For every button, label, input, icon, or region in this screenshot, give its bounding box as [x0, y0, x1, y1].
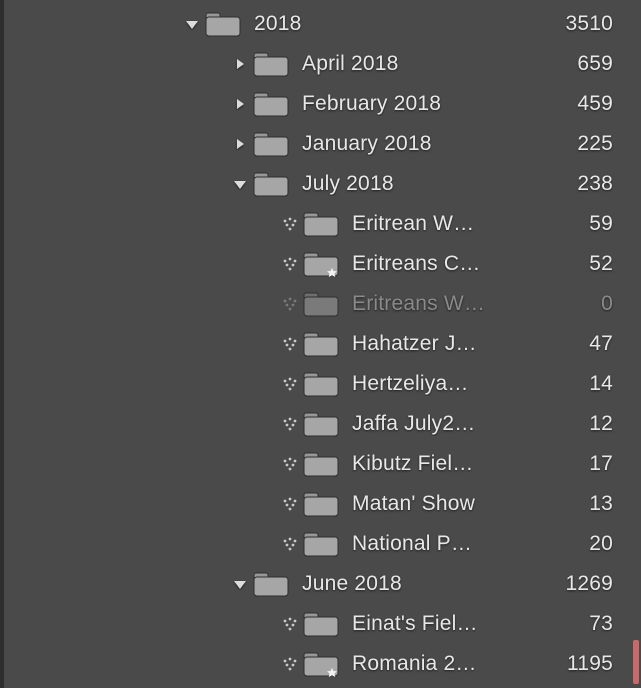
- photo-count: 73: [563, 612, 613, 636]
- folder-row[interactable]: National P…20: [10, 524, 641, 564]
- folder-icon: [302, 210, 352, 238]
- folder-row[interactable]: February 2018459: [10, 84, 641, 124]
- folder-icon: [252, 130, 302, 158]
- leaf-dots-icon: [278, 256, 302, 272]
- folder-label: Jaffa July2…: [352, 412, 563, 436]
- folder-row[interactable]: April 2018659: [10, 44, 641, 84]
- folder-row[interactable]: Jaffa July2…12: [10, 404, 641, 444]
- folder-star-icon: [302, 250, 352, 278]
- photo-count: 13: [563, 492, 613, 516]
- folder-label: 2018: [254, 12, 563, 36]
- photo-count: 238: [563, 172, 613, 196]
- leaf-dots-icon: [278, 616, 302, 632]
- folder-star-icon: [302, 650, 352, 678]
- folder-label: Eritrean W…: [352, 212, 563, 236]
- folder-tree-panel: 20183510April 2018659February 2018459Jan…: [0, 0, 641, 688]
- photo-count: 52: [563, 252, 613, 276]
- photo-count: 12: [563, 412, 613, 436]
- photo-count: 459: [563, 92, 613, 116]
- folder-icon: [252, 50, 302, 78]
- disclosure-down-icon[interactable]: [180, 17, 204, 31]
- photo-count: 47: [563, 332, 613, 356]
- leaf-dots-icon: [278, 216, 302, 232]
- folder-icon: [302, 290, 352, 318]
- folder-label: July 2018: [302, 172, 563, 196]
- photo-count: 20: [563, 532, 613, 556]
- leaf-dots-icon: [278, 296, 302, 312]
- disclosure-right-icon[interactable]: [228, 57, 252, 71]
- folder-icon: [302, 410, 352, 438]
- folder-label: Romania 2…: [352, 652, 563, 676]
- folder-row[interactable]: Hertzeliya…14: [10, 364, 641, 404]
- folder-label: January 2018: [302, 132, 563, 156]
- disclosure-right-icon[interactable]: [228, 137, 252, 151]
- folder-label: February 2018: [302, 92, 563, 116]
- leaf-dots-icon: [278, 336, 302, 352]
- leaf-dots-icon: [278, 656, 302, 672]
- folder-icon: [302, 530, 352, 558]
- folder-row[interactable]: Eritreans C…52: [10, 244, 641, 284]
- leaf-dots-icon: [278, 536, 302, 552]
- leaf-dots-icon: [278, 376, 302, 392]
- folder-icon: [204, 10, 254, 38]
- folder-label: Kibutz Fiel…: [352, 452, 563, 476]
- folder-row[interactable]: Matan' Show13: [10, 484, 641, 524]
- disclosure-down-icon[interactable]: [228, 177, 252, 191]
- folder-label: Einat's Fiel…: [352, 612, 563, 636]
- folder-row[interactable]: Hahatzer J…47: [10, 324, 641, 364]
- photo-count: 59: [563, 212, 613, 236]
- folder-icon: [252, 170, 302, 198]
- leaf-dots-icon: [278, 416, 302, 432]
- folder-row[interactable]: Eritrean W…59: [10, 204, 641, 244]
- folder-row[interactable]: Kibutz Fiel…17: [10, 444, 641, 484]
- photo-count: 0: [563, 292, 613, 316]
- photo-count: 659: [563, 52, 613, 76]
- folder-icon: [252, 570, 302, 598]
- folder-label: Hahatzer J…: [352, 332, 563, 356]
- folder-row[interactable]: 20183510: [10, 4, 641, 44]
- folder-label: June 2018: [302, 572, 563, 596]
- leaf-dots-icon: [278, 496, 302, 512]
- scrollbar-thumb[interactable]: [633, 640, 639, 684]
- disclosure-right-icon[interactable]: [228, 97, 252, 111]
- folder-icon: [302, 330, 352, 358]
- folder-row[interactable]: July 2018238: [10, 164, 641, 204]
- folder-label: Eritreans C…: [352, 252, 563, 276]
- folder-icon: [252, 90, 302, 118]
- photo-count: 1195: [563, 652, 613, 676]
- photo-count: 225: [563, 132, 613, 156]
- folder-label: Hertzeliya…: [352, 372, 563, 396]
- folder-icon: [302, 450, 352, 478]
- folder-label: National P…: [352, 532, 563, 556]
- folder-icon: [302, 370, 352, 398]
- folder-row[interactable]: Romania 2…1195: [10, 644, 641, 684]
- folder-label: April 2018: [302, 52, 563, 76]
- photo-count: 1269: [563, 572, 613, 596]
- disclosure-down-icon[interactable]: [228, 577, 252, 591]
- folder-row[interactable]: January 2018225: [10, 124, 641, 164]
- photo-count: 17: [563, 452, 613, 476]
- folder-row[interactable]: Eritreans W…0: [10, 284, 641, 324]
- leaf-dots-icon: [278, 456, 302, 472]
- folder-icon: [302, 610, 352, 638]
- folder-row[interactable]: June 20181269: [10, 564, 641, 604]
- folder-row[interactable]: Einat's Fiel…73: [10, 604, 641, 644]
- photo-count: 3510: [563, 12, 613, 36]
- folder-label: Matan' Show: [352, 492, 563, 516]
- photo-count: 14: [563, 372, 613, 396]
- folder-icon: [302, 490, 352, 518]
- folder-label: Eritreans W…: [352, 292, 563, 316]
